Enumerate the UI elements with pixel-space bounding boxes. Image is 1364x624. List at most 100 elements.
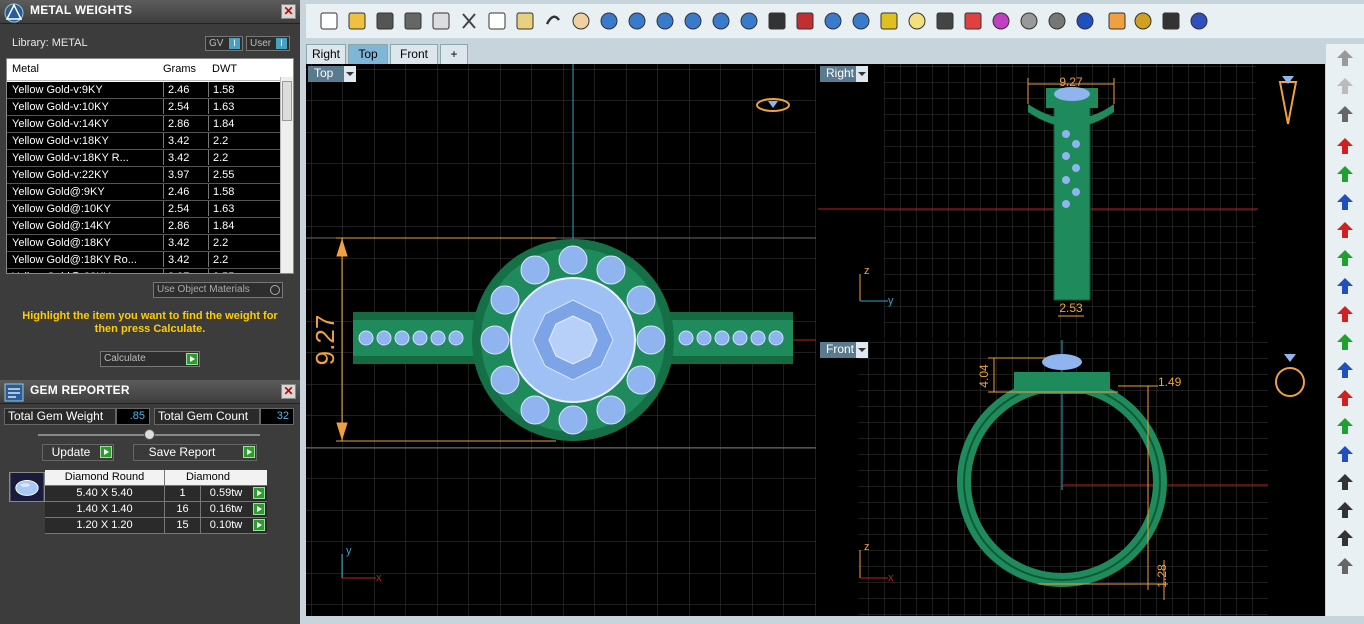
node-tool-icon[interactable] xyxy=(1334,528,1356,548)
sphere-icon[interactable] xyxy=(1334,104,1356,124)
table-row[interactable]: Yellow Gold@:22KY 3.972.55 xyxy=(7,269,281,273)
table-row[interactable]: Yellow Gold@:18KY Ro... 3.42 2.2 xyxy=(7,252,281,269)
light-bulb-icon[interactable] xyxy=(906,10,928,32)
open-folder-icon[interactable] xyxy=(346,10,368,32)
lock-icon[interactable] xyxy=(934,10,956,32)
view-options-icon[interactable] xyxy=(1334,48,1356,68)
calculate-hint: Highlight the item you want to find the … xyxy=(22,310,278,335)
column-header-dwt[interactable]: DWT xyxy=(212,63,237,75)
paste-icon[interactable] xyxy=(514,10,536,32)
save-icon[interactable] xyxy=(374,10,396,32)
network-icon[interactable] xyxy=(1160,10,1182,32)
snap-icon[interactable] xyxy=(822,10,844,32)
arrow-down-icon[interactable] xyxy=(1334,248,1356,268)
use-object-materials-toggle[interactable]: Use Object Materials xyxy=(153,282,283,298)
scale-horizontal-icon[interactable] xyxy=(1334,304,1356,324)
shrink-horizontal-icon[interactable] xyxy=(1334,388,1356,408)
book-icon[interactable] xyxy=(962,10,984,32)
eraser-icon[interactable] xyxy=(1334,556,1356,576)
scrollbar-thumb[interactable] xyxy=(282,81,292,121)
rotate-view-icon[interactable] xyxy=(738,10,760,32)
zoom-in-icon[interactable] xyxy=(626,10,648,32)
sphere-blue-icon[interactable] xyxy=(1074,10,1096,32)
zoom-extents-icon[interactable] xyxy=(682,10,704,32)
dwt-cell: 2.2 xyxy=(208,150,278,165)
print-icon[interactable] xyxy=(402,10,424,32)
gauge-icon[interactable] xyxy=(850,10,872,32)
column-header-grams[interactable]: Grams xyxy=(163,63,196,75)
slider-knob[interactable] xyxy=(144,429,155,440)
cut-icon[interactable] xyxy=(458,10,480,32)
arrow-right-icon[interactable] xyxy=(1334,136,1356,156)
sphere-shaded-icon[interactable] xyxy=(1046,10,1068,32)
metal-weights-close-button[interactable]: ✕ xyxy=(281,4,296,19)
arrow-up-icon[interactable] xyxy=(1334,164,1356,184)
calculate-button[interactable]: Calculate xyxy=(100,351,200,367)
tab-front[interactable]: Front xyxy=(390,44,438,64)
top-viewport-label[interactable]: Top xyxy=(308,66,356,82)
table-row[interactable]: Yellow Gold@:9KY 2.46 1.58 xyxy=(7,184,281,201)
curve-tool-icon[interactable] xyxy=(1334,472,1356,492)
table-row[interactable]: Yellow Gold-v:22KY 3.97 2.55 xyxy=(7,167,281,184)
save-report-button[interactable]: Save Report xyxy=(133,444,257,461)
undo-icon[interactable] xyxy=(542,10,564,32)
table-row[interactable]: Yellow Gold@:14KY 2.86 1.84 xyxy=(7,218,281,235)
arrow-left-icon[interactable] xyxy=(1334,220,1356,240)
table-row[interactable]: Yellow Gold-v:18KY R... 3.42 2.2 xyxy=(7,150,281,167)
gv-toggle[interactable]: GV I xyxy=(205,36,243,51)
new-file-icon[interactable] xyxy=(318,10,340,32)
top-viewport[interactable]: 9.27 y x Top xyxy=(306,64,816,616)
table-row[interactable]: Yellow Gold-v:9KY 2.46 1.58 xyxy=(7,82,281,99)
right-toolbar xyxy=(1326,44,1364,616)
table-row[interactable]: Yellow Gold-v:18KY 3.42 2.2 xyxy=(7,133,281,150)
play-icon[interactable] xyxy=(253,519,265,531)
right-viewport[interactable]: 9.27 2.53 z y Right xyxy=(818,64,1325,338)
column-header-metal[interactable]: Metal xyxy=(12,63,39,75)
sphere-gray-icon[interactable] xyxy=(1018,10,1040,32)
table-row[interactable]: Yellow Gold@:18KY 3.42 2.2 xyxy=(7,235,281,252)
car-icon[interactable] xyxy=(794,10,816,32)
flag-icon[interactable] xyxy=(1106,10,1128,32)
move-icon[interactable] xyxy=(598,10,620,32)
scale-axis-icon[interactable] xyxy=(1334,360,1356,380)
tab-right[interactable]: Right xyxy=(306,44,346,64)
grid-layout-icon[interactable] xyxy=(766,10,788,32)
front-viewport[interactable]: 4.04 1.49 1.28 z x Front xyxy=(818,340,1325,616)
color-wheel-icon[interactable] xyxy=(990,10,1012,32)
main-toolbar xyxy=(306,4,1364,38)
gem-size-cell: 5.40 X 5.40 xyxy=(45,486,165,501)
line-tool-icon[interactable] xyxy=(1334,500,1356,520)
user-toggle[interactable]: User I xyxy=(246,36,290,51)
shrink-axis-icon[interactable] xyxy=(1334,444,1356,464)
tab-add[interactable]: + xyxy=(440,44,468,64)
light-bulb-icon[interactable] xyxy=(1334,76,1356,96)
play-icon[interactable] xyxy=(253,503,265,515)
right-viewport-label[interactable]: Right xyxy=(820,66,868,82)
gear-icon[interactable] xyxy=(1132,10,1154,32)
update-button[interactable]: Update xyxy=(42,444,114,461)
metal-table-scrollbar[interactable] xyxy=(280,77,293,273)
layers-icon[interactable] xyxy=(878,10,900,32)
zoom-window-icon[interactable] xyxy=(654,10,676,32)
gem-reporter-close-button[interactable]: ✕ xyxy=(281,384,296,399)
play-icon[interactable] xyxy=(253,487,265,499)
pan-hand-icon[interactable] xyxy=(570,10,592,32)
shrink-vertical-icon[interactable] xyxy=(1334,416,1356,436)
zoom-selected-icon[interactable] xyxy=(710,10,732,32)
move-axis-icon[interactable] xyxy=(1334,192,1356,212)
table-row[interactable]: Yellow Gold@:10KY 2.54 1.63 xyxy=(7,201,281,218)
dwt-cell: 2.2 xyxy=(208,252,278,267)
scale-vertical-icon[interactable] xyxy=(1334,332,1356,352)
copy-icon[interactable] xyxy=(486,10,508,32)
table-row[interactable]: Yellow Gold-v:10KY 2.54 1.63 xyxy=(7,99,281,116)
gem-row[interactable]: 5.40 X 5.40 1 0.59tw xyxy=(45,486,267,502)
front-viewport-label[interactable]: Front xyxy=(820,342,868,358)
help-icon[interactable] xyxy=(1188,10,1210,32)
export-icon[interactable] xyxy=(430,10,452,32)
tab-top[interactable]: Top xyxy=(348,44,388,64)
gem-row[interactable]: 1.20 X 1.20 15 0.10tw xyxy=(45,518,267,534)
gem-row[interactable]: 1.40 X 1.40 16 0.16tw xyxy=(45,502,267,518)
gem-slider[interactable] xyxy=(38,429,260,440)
move-down-icon[interactable] xyxy=(1334,276,1356,296)
table-row[interactable]: Yellow Gold-v:14KY 2.86 1.84 xyxy=(7,116,281,133)
